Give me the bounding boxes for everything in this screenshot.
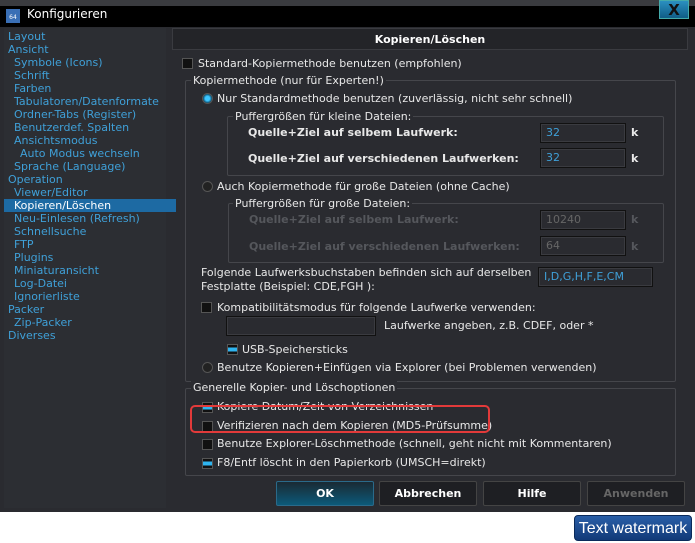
method-group-title: Kopiermethode (nur für Experten!) <box>191 74 386 87</box>
radio-large-label[interactable]: Auch Kopiermethode für große Dateien (oh… <box>217 180 510 193</box>
standard-method-label: Standard-Kopiermethode benutzen (empfohl… <box>198 57 462 70</box>
sidebar-item[interactable]: Auto Modus wechseln <box>4 147 182 160</box>
sidebar-item[interactable]: Schrift <box>4 69 176 82</box>
general-group-title: Generelle Kopier- und Löschoptionen <box>191 381 398 394</box>
large-buffer-title: Puffergrößen für große Dateien: <box>233 197 413 210</box>
sidebar-item[interactable]: Ignorierliste <box>4 290 176 303</box>
sidebar-item[interactable]: Symbole (Icons) <box>4 56 176 69</box>
general-option-label[interactable]: F8/Entf löscht in den Papierkorb (UMSCH=… <box>217 456 486 469</box>
sidebar-item[interactable]: Ordner-Tabs (Register) <box>4 108 176 121</box>
sidebar-item[interactable]: Benutzerdef. Spalten <box>4 121 176 134</box>
sidebar-item[interactable]: Diverses <box>4 329 170 342</box>
sidebar-item[interactable]: Log-Datei <box>4 277 176 290</box>
app-floppy-icon: 64 <box>6 9 20 23</box>
close-button[interactable]: X <box>659 0 689 19</box>
sidebar-item[interactable]: Miniaturansicht <box>4 264 176 277</box>
sidebar-item[interactable]: Tabulatoren/Datenformate <box>4 95 176 108</box>
large-same-unit: k <box>631 213 639 226</box>
sidebar-item[interactable]: Zip-Packer <box>4 316 176 329</box>
usb-label[interactable]: USB-Speichersticks <box>242 343 348 356</box>
radio-standard-label[interactable]: Nur Standardmethode benutzen (zuverlässi… <box>217 92 572 105</box>
small-buffer-title: Puffergrößen für kleine Dateien: <box>233 110 414 123</box>
same-disk-label-2: Festplatte (Beispiel: CDE,FGH ): <box>201 280 375 293</box>
general-option-checkbox[interactable] <box>202 439 213 450</box>
sidebar-item[interactable]: Operation <box>4 173 170 186</box>
usb-checkbox[interactable] <box>227 344 238 355</box>
sidebar-item[interactable]: Schnellsuche <box>4 225 176 238</box>
sidebar-item[interactable]: Neu-Einlesen (Refresh) <box>4 212 176 225</box>
large-same-input[interactable]: 10240 <box>540 210 626 230</box>
large-same-label: Quelle+Ziel auf selbem Laufwerk: <box>249 213 459 226</box>
compat-checkbox[interactable] <box>201 302 212 313</box>
title-bar: 64 Konfigurieren <box>0 0 695 27</box>
cancel-button[interactable]: Abbrechen <box>379 481 477 506</box>
small-diff-unit: k <box>631 152 639 165</box>
apply-button[interactable]: Anwenden <box>587 481 685 506</box>
radio-explorer-label[interactable]: Benutze Kopieren+Einfügen via Explorer (… <box>217 361 597 374</box>
large-diff-input[interactable]: 64 <box>540 236 626 256</box>
window-title: Konfigurieren <box>27 7 108 21</box>
sidebar-item[interactable]: Viewer/Editor <box>4 186 176 199</box>
page-title: Kopieren/Löschen <box>172 28 688 50</box>
same-disk-label-1: Folgende Laufwerksbuchstaben befinden si… <box>201 266 532 279</box>
sidebar-item[interactable]: Ansicht <box>4 43 170 56</box>
radio-explorer[interactable] <box>202 362 213 373</box>
sidebar-item[interactable]: Sprache (Language) <box>4 160 176 173</box>
small-diff-input[interactable]: 32 <box>540 148 626 168</box>
large-diff-label: Quelle+Ziel auf verschiedenen Laufwerken… <box>249 240 520 253</box>
sidebar-item[interactable]: Plugins <box>4 251 176 264</box>
compat-hint: Laufwerke angeben, z.B. CDEF, oder * <box>384 319 594 332</box>
compat-drives-input[interactable] <box>226 316 376 336</box>
small-same-input[interactable]: 32 <box>540 123 626 143</box>
compat-label[interactable]: Kompatibilitätsmodus für folgende Laufwe… <box>217 301 536 314</box>
sidebar-item[interactable]: Ansichtsmodus <box>4 134 176 147</box>
sidebar-tree: Layout Ansicht Symbole (Icons) Schrift Farbe… <box>4 28 176 508</box>
watermark-badge: Text watermark <box>574 515 692 541</box>
small-same-unit: k <box>631 126 639 139</box>
general-option-checkbox[interactable] <box>202 457 213 469</box>
radio-standard[interactable] <box>202 93 213 104</box>
small-same-label: Quelle+Ziel auf selbem Laufwerk: <box>248 126 458 139</box>
ok-button[interactable]: OK <box>276 481 374 506</box>
red-highlight-box <box>190 405 490 433</box>
sidebar-item[interactable]: Farben <box>4 82 176 95</box>
sidebar-item[interactable]: Packer <box>4 303 170 316</box>
small-diff-label: Quelle+Ziel auf verschiedenen Laufwerken… <box>248 152 519 165</box>
sidebar-item[interactable]: Layout <box>4 30 170 43</box>
config-dialog: 64 Konfigurieren X Layout Ansicht Symbole … <box>0 0 695 512</box>
general-option-label[interactable]: Benutze Explorer-Löschmethode (schnell, … <box>217 437 612 450</box>
sidebar-item[interactable]: FTP <box>4 238 176 251</box>
same-disk-input[interactable]: I,D,G,H,F,E,CM <box>538 267 653 287</box>
radio-large[interactable] <box>202 181 213 192</box>
standard-method-checkbox[interactable] <box>182 58 193 69</box>
sidebar-item[interactable]: Kopieren/Löschen <box>4 199 176 212</box>
large-diff-unit: k <box>631 240 639 253</box>
help-button[interactable]: Hilfe <box>483 481 581 506</box>
